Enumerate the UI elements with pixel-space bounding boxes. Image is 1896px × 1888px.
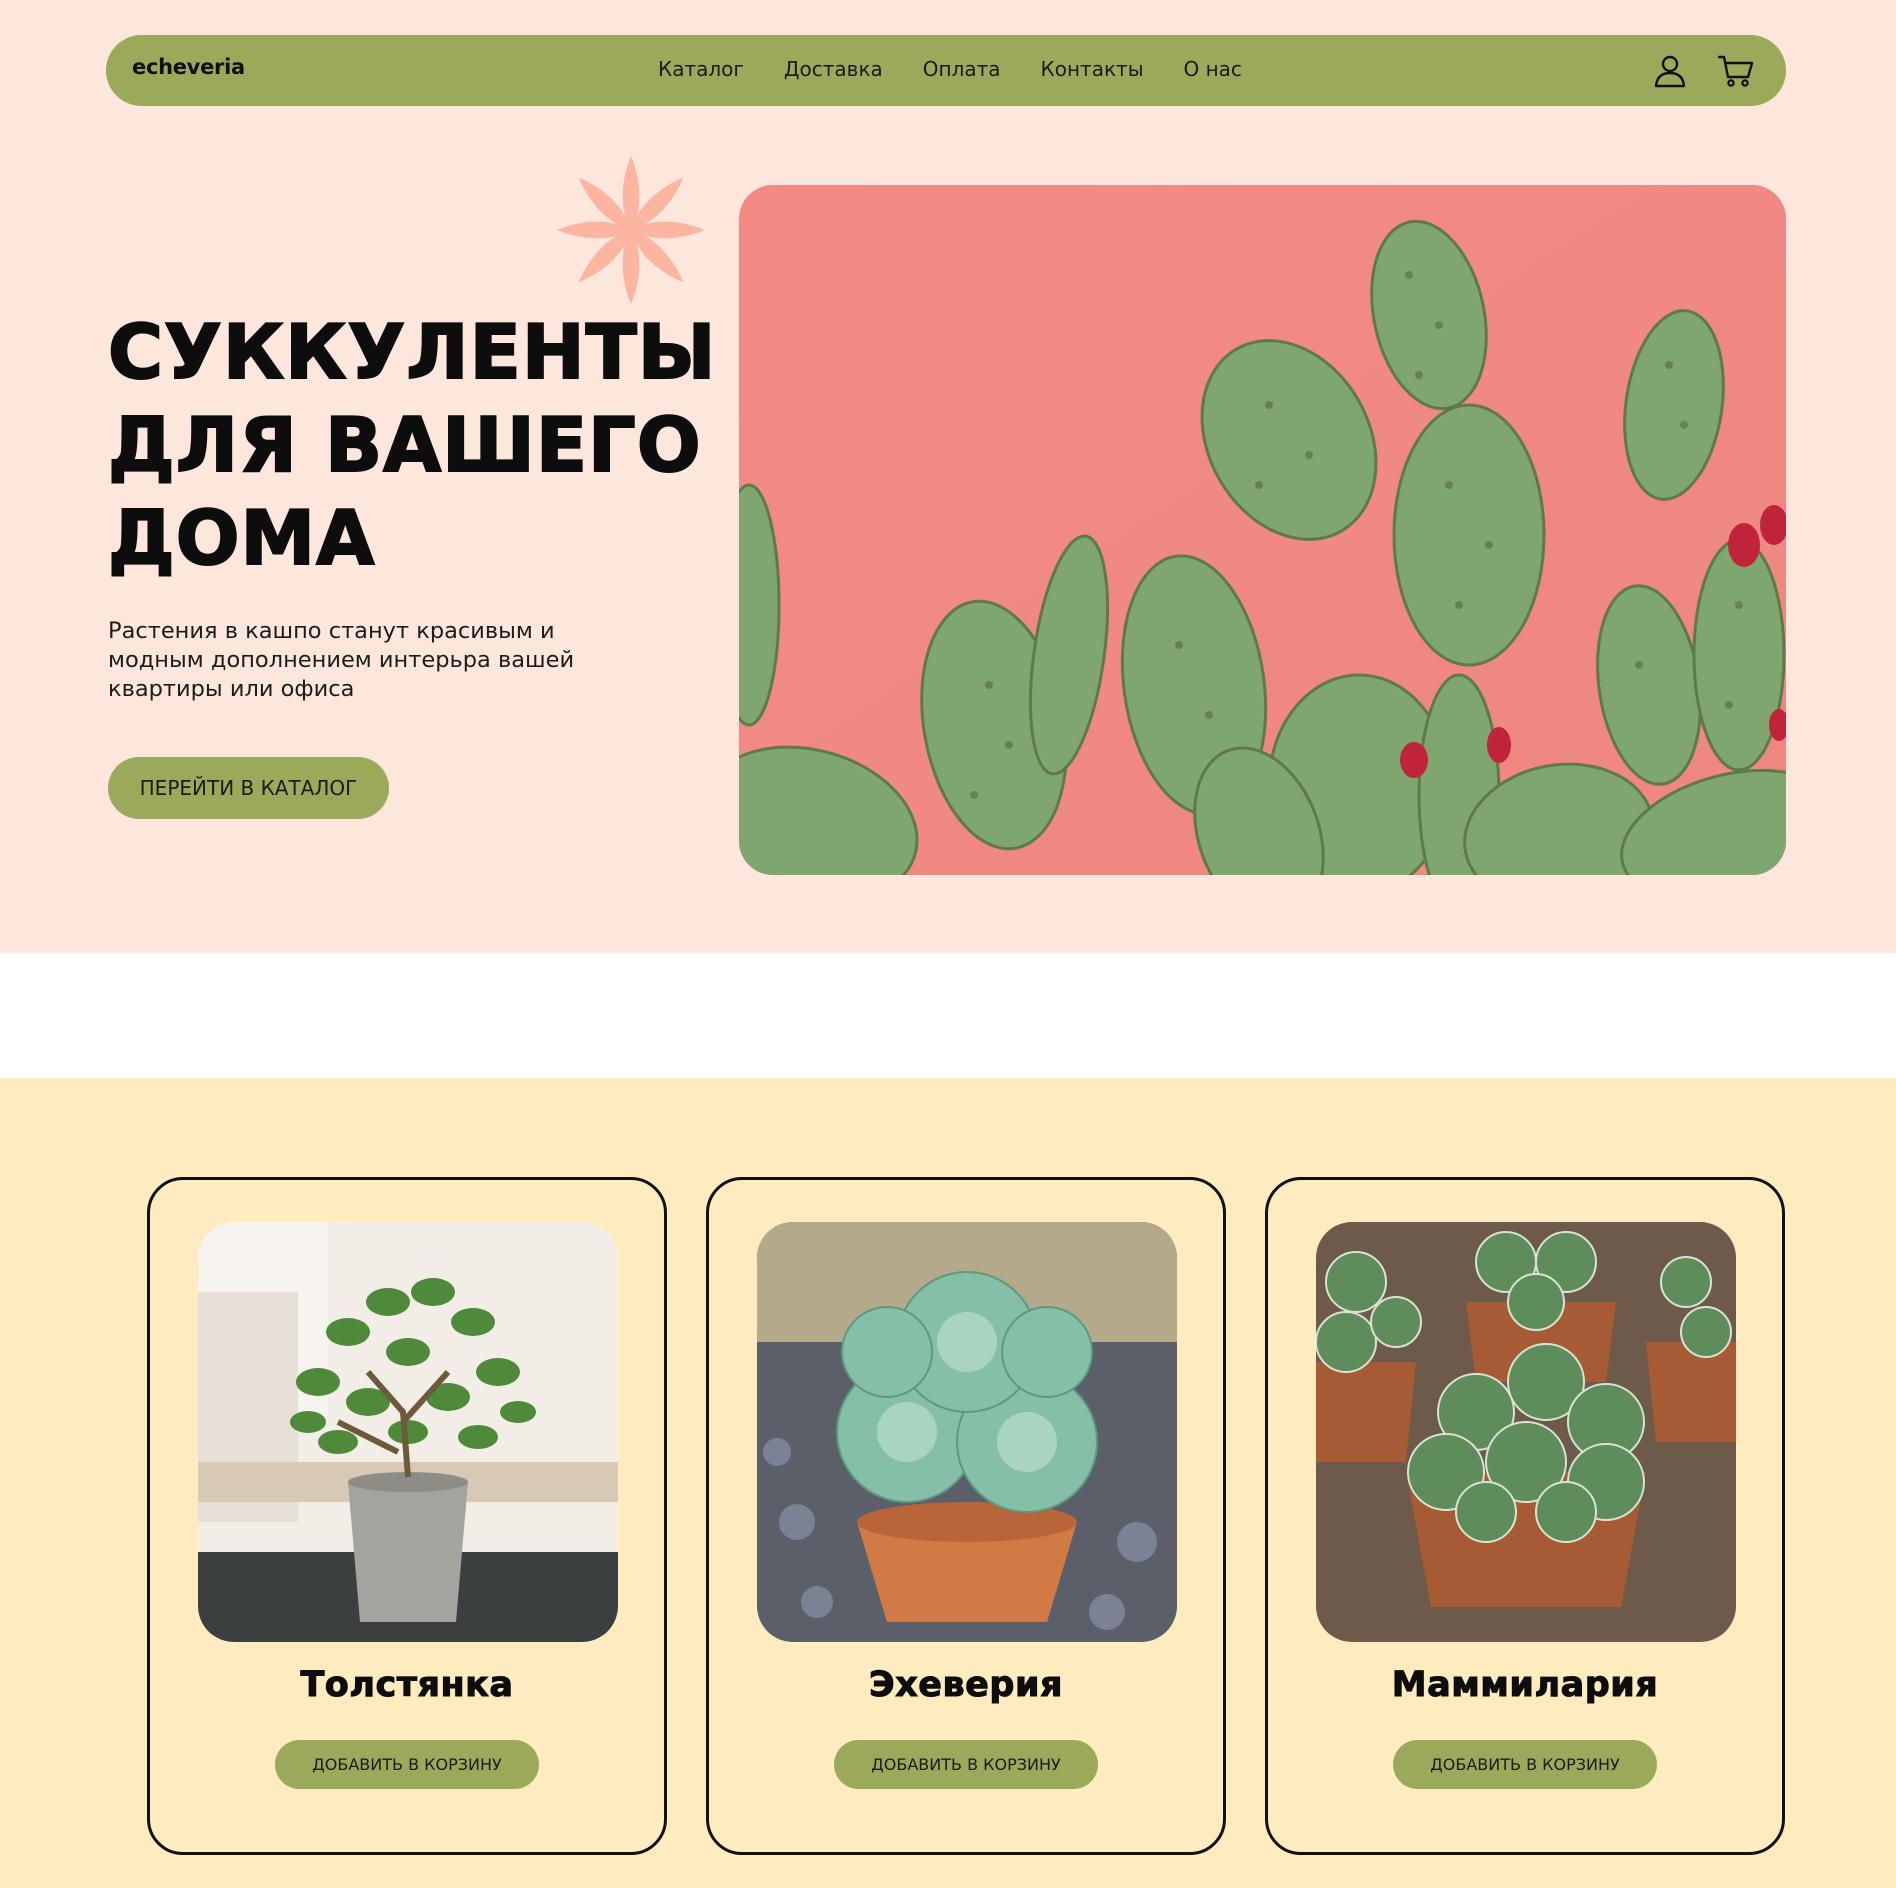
menu-item-catalog[interactable]: Каталог xyxy=(658,57,744,81)
hero-subtitle-line: Растения в кашпо станут красивым и xyxy=(108,618,555,644)
top-navbar: echeveria Каталог Доставка Оплата Контак… xyxy=(106,35,1786,106)
hero-subtitle-line: модным дополнением интерьра вашей xyxy=(108,647,575,673)
main-menu: Каталог Доставка Оплата Контакты О нас xyxy=(658,57,1282,81)
hero-subtitle: Растения в кашпо станут красивым и модны… xyxy=(108,617,668,704)
hero-title-line: ДОМА xyxy=(107,493,376,583)
add-to-cart-button[interactable]: ДОБАВИТЬ В КОРЗИНУ xyxy=(1393,1740,1657,1789)
products-section: Толстянка ДОБАВИТЬ В КОРЗИНУ Эхеверия ДО… xyxy=(0,1078,1896,1888)
logo[interactable]: echeveria xyxy=(132,55,245,79)
product-image-mammillaria[interactable] xyxy=(1316,1222,1736,1642)
product-card: Толстянка ДОБАВИТЬ В КОРЗИНУ xyxy=(147,1177,667,1855)
go-to-catalog-button[interactable]: ПЕРЕЙТИ В КАТАЛОГ xyxy=(108,757,389,819)
add-to-cart-button[interactable]: ДОБАВИТЬ В КОРЗИНУ xyxy=(275,1740,539,1789)
menu-item-delivery[interactable]: Доставка xyxy=(784,57,883,81)
product-image-crassula[interactable] xyxy=(198,1222,618,1642)
hero-subtitle-line: квартиры или офиса xyxy=(108,676,355,702)
menu-item-payment[interactable]: Оплата xyxy=(923,57,1001,81)
product-name: Маммилария xyxy=(1391,1665,1659,1706)
hero-cactus-image xyxy=(739,185,1786,875)
hero-title-line: СУККУЛЕНТЫ xyxy=(107,307,717,397)
hero-title-line: ДЛЯ ВАШЕГО xyxy=(107,400,702,490)
product-card: Эхеверия ДОБАВИТЬ В КОРЗИНУ xyxy=(706,1177,1226,1855)
pink-flower-icon xyxy=(556,155,706,305)
product-name: Толстянка xyxy=(300,1665,514,1706)
user-icon[interactable] xyxy=(1651,52,1689,90)
product-name: Эхеверия xyxy=(869,1665,1063,1706)
cart-icon[interactable] xyxy=(1717,52,1755,90)
hero-title: СУККУЛЕНТЫ ДЛЯ ВАШЕГО ДОМА xyxy=(107,306,728,585)
add-to-cart-button[interactable]: ДОБАВИТЬ В КОРЗИНУ xyxy=(834,1740,1098,1789)
hero-section: echeveria Каталог Доставка Оплата Контак… xyxy=(0,0,1896,953)
menu-item-contacts[interactable]: Контакты xyxy=(1041,57,1144,81)
product-image-echeveria[interactable] xyxy=(757,1222,1177,1642)
menu-item-about[interactable]: О нас xyxy=(1184,57,1242,81)
product-card: Маммилария ДОБАВИТЬ В КОРЗИНУ xyxy=(1265,1177,1785,1855)
